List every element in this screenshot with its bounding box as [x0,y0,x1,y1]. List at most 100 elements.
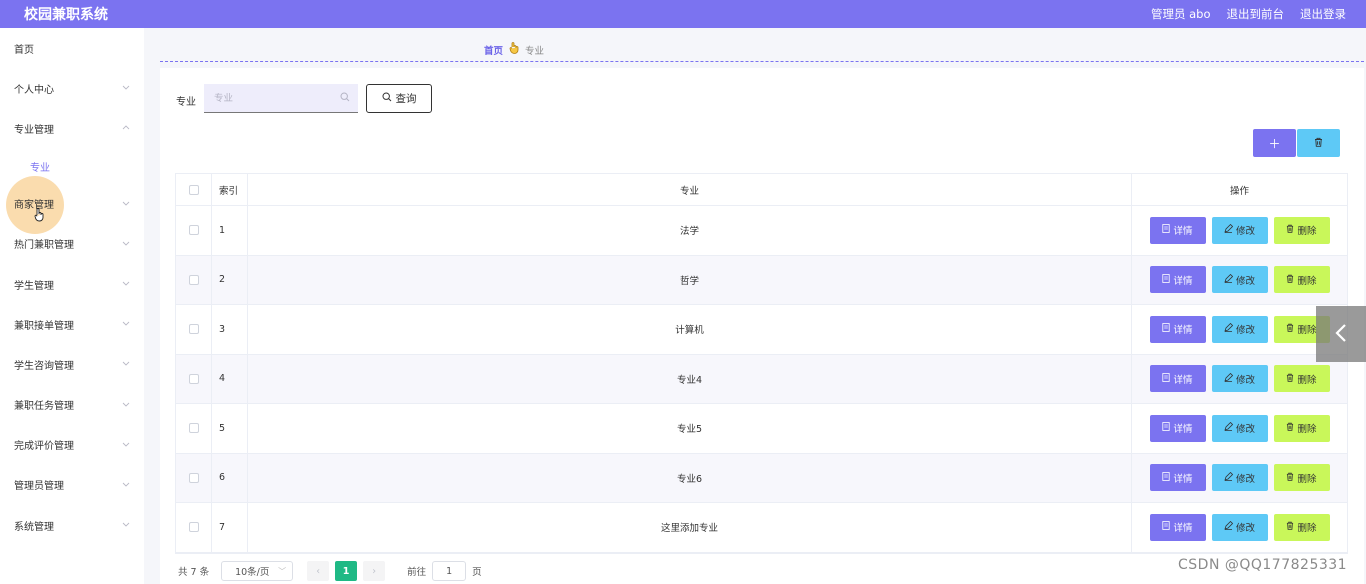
detail-button[interactable]: 详情 [1149,315,1206,343]
chevron-down-icon [122,279,130,289]
sidebar-item-4[interactable]: 热门兼职管理 [0,224,144,264]
edit-button[interactable]: 修改 [1211,365,1268,393]
sidebar-item-0[interactable]: 首页 [0,28,144,68]
pointer-cursor-icon [34,207,45,225]
row-checkbox[interactable] [188,324,199,335]
table-row: 2 哲学 详情 修改 删除 [176,255,1347,305]
delete-button[interactable]: 删除 [1273,266,1330,294]
row-major: 计算机 [248,305,1132,354]
trash-icon [1286,422,1294,434]
detail-button[interactable]: 详情 [1149,464,1206,492]
chevron-right-icon: › [372,565,376,577]
table-row: 1 法学 详情 修改 删除 [176,206,1347,256]
document-icon [1162,372,1171,385]
sidebar-item-3[interactable]: 商家管理 [0,175,144,234]
detail-button-label: 详情 [1173,226,1193,238]
row-checkbox[interactable] [188,472,199,483]
sidebar-item-2[interactable]: 专业管理 [0,108,144,148]
select-all-checkbox[interactable] [188,184,199,195]
exit-to-front-link[interactable]: 退出到前台 [1227,6,1285,22]
edit-button-label: 修改 [1235,523,1255,535]
sidebar-item-label: 兼职接单管理 [14,320,74,332]
pagination: 共 7 条 10条/页 ﹀ ‹ 1 › 前往 1 页 [178,561,482,581]
add-button[interactable]: ＋ [1253,129,1296,157]
query-button[interactable]: 查询 [366,84,432,113]
row-checkbox[interactable] [188,373,199,384]
sidebar-item-label: 完成评价管理 [14,441,74,453]
delete-button[interactable]: 删除 [1273,464,1330,492]
prev-page-button[interactable]: ‹ [307,561,330,581]
delete-button[interactable]: 删除 [1273,513,1330,541]
detail-button[interactable]: 详情 [1149,513,1206,541]
search-icon [381,92,392,105]
sidebar-item-label: 学生咨询管理 [14,360,74,372]
document-icon [1162,521,1171,533]
edit-button-label: 修改 [1235,226,1255,238]
delete-button[interactable]: 删除 [1273,414,1330,442]
sidebar-item-label: 首页 [14,44,34,56]
delete-button[interactable]: 删除 [1273,216,1330,244]
row-major: 专业6 [248,453,1132,502]
row-checkbox[interactable] [188,225,199,236]
document-icon [1162,422,1171,434]
edit-button[interactable]: 修改 [1211,315,1268,343]
edit-button[interactable]: 修改 [1211,266,1268,294]
delete-button[interactable]: 删除 [1273,365,1330,393]
search-icon [340,92,350,105]
side-panel-toggle[interactable] [1316,306,1366,362]
goto-page-input[interactable]: 1 [432,561,467,581]
detail-button[interactable]: 详情 [1149,414,1206,442]
sidebar-item-9[interactable]: 完成评价管理 [0,425,144,465]
header-index: 索引 [212,174,248,205]
document-icon [1162,323,1171,335]
detail-button[interactable]: 详情 [1149,216,1206,244]
goto-suffix: 页 [472,567,482,578]
edit-button[interactable]: 修改 [1211,216,1268,244]
detail-button[interactable]: 详情 [1149,266,1206,294]
row-actions: 详情 修改 删除 [1132,503,1347,552]
row-checkbox[interactable] [188,274,199,285]
row-index: 6 [212,453,248,502]
trash-icon [1286,323,1294,335]
edit-button[interactable]: 修改 [1211,464,1268,492]
watermark: CSDN @QQ177825331 [1178,557,1348,573]
page-number-current[interactable]: 1 [335,561,358,581]
sidebar-item-7[interactable]: 学生咨询管理 [0,344,144,384]
document-icon [1162,224,1171,236]
table-row: 4 专业4 详情 修改 删除 [176,354,1347,404]
sidebar-item-5[interactable]: 学生管理 [0,264,144,304]
document-icon [1162,471,1171,484]
detail-button-label: 详情 [1173,374,1193,386]
edit-icon [1224,422,1234,434]
edit-button[interactable]: 修改 [1211,414,1268,442]
sidebar-item-11[interactable]: 系统管理 [0,505,144,545]
row-index: 1 [212,206,248,255]
delete-button-label: 删除 [1297,424,1317,436]
batch-delete-button[interactable] [1297,129,1340,157]
chevron-down-icon: ﹀ [278,566,287,576]
document-icon [1162,273,1171,286]
delete-button-label: 删除 [1297,374,1317,386]
sidebar-item-1[interactable]: 个人中心 [0,68,144,108]
edit-icon [1224,521,1234,533]
sidebar-item-8[interactable]: 兼职任务管理 [0,385,144,425]
delete-button-label: 删除 [1297,226,1317,238]
next-page-button[interactable]: › [363,561,386,581]
edit-button[interactable]: 修改 [1211,513,1268,541]
detail-button[interactable]: 详情 [1149,365,1206,393]
chevron-down-icon [122,480,130,490]
sidebar-item-10[interactable]: 管理员管理 [0,465,144,505]
edit-button-label: 修改 [1235,473,1255,485]
row-checkbox[interactable] [188,522,199,533]
row-index: 5 [212,404,248,453]
chevron-left-icon [1334,322,1348,347]
sidebar-item-label: 系统管理 [14,521,54,533]
search-input[interactable] [214,92,334,104]
row-checkbox[interactable] [188,423,199,434]
breadcrumb-divider [160,61,1364,62]
sidebar-item-6[interactable]: 兼职接单管理 [0,304,144,344]
page-size-select[interactable]: 10条/页 ﹀ [221,561,294,581]
breadcrumb-home[interactable]: 首页 [484,43,503,57]
logout-link[interactable]: 退出登录 [1300,6,1346,22]
sidebar-item-label: 管理员管理 [14,481,64,493]
